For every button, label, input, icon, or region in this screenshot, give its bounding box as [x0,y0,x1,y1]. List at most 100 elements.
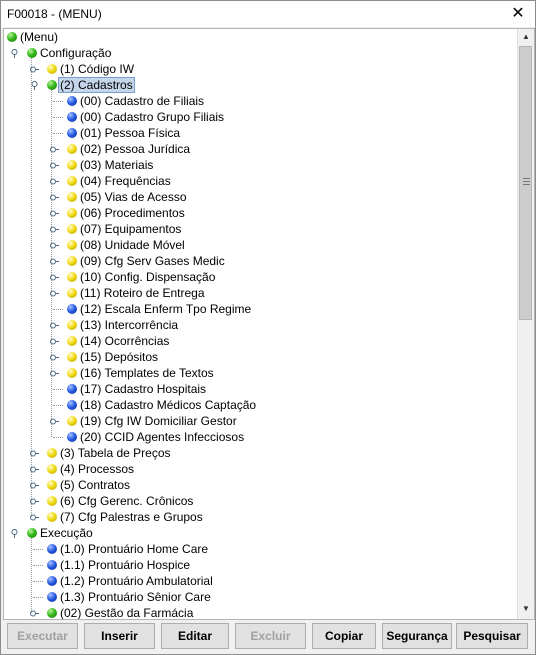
tree-row[interactable]: (1.3) Prontuário Sênior Care [4,589,518,605]
vertical-scrollbar[interactable]: ▲ ▼ [517,29,534,619]
editar-button[interactable]: Editar [161,623,229,649]
tree-row[interactable]: (01) Pessoa Física [4,125,518,141]
tree-row[interactable]: (12) Escala Enferm Tpo Regime [4,301,518,317]
blue-node-icon [67,304,77,314]
expanded-handle-icon[interactable] [10,49,19,58]
tree-row[interactable]: (06) Procedimentos [4,205,518,221]
tree-item-label: (06) Procedimentos [80,206,185,220]
blue-node-icon [67,432,77,442]
tree-guide-line [31,58,32,517]
yellow-node-icon [67,336,77,346]
yellow-node-icon [67,208,77,218]
tree-row[interactable]: (07) Equipamentos [4,221,518,237]
tree-item-label: (1.2) Prontuário Ambulatorial [60,574,213,588]
tree-row[interactable]: (Menu) [4,29,518,45]
tree-row[interactable]: (02) Pessoa Jurídica [4,141,518,157]
tree-row[interactable]: (20) CCID Agentes Infecciosos [4,429,518,445]
tree-item-label: (7) Cfg Palestras e Grupos [60,510,203,524]
tree-row[interactable]: (17) Cadastro Hospitais [4,381,518,397]
close-icon[interactable]: ✕ [501,1,535,27]
tree-row[interactable]: Configuração [4,45,518,61]
tree-item-label: (5) Contratos [60,478,131,492]
inserir-button[interactable]: Inserir [84,623,155,649]
seguran-a-button[interactable]: Segurança [382,623,452,649]
scroll-up-icon[interactable]: ▲ [518,29,534,45]
tree-item-label: (6) Cfg Gerenc. Crônicos [60,494,194,508]
tree-row[interactable]: (05) Vias de Acesso [4,189,518,205]
grip-line-icon [523,178,530,179]
connector-line [53,117,63,118]
tree-guide-line [51,90,52,437]
tree-item-label: (14) Ocorrências [80,334,170,348]
blue-node-icon [67,128,77,138]
tree-item-label: (03) Materiais [80,158,154,172]
scroll-down-icon[interactable]: ▼ [518,601,534,617]
tree-row[interactable]: (16) Templates de Textos [4,365,518,381]
yellow-node-icon [67,176,77,186]
tree-item-label: (20) CCID Agentes Infecciosos [80,430,245,444]
tree-row[interactable]: (13) Intercorrência [4,317,518,333]
tree-item-label: (3) Tabela de Preços [60,446,171,460]
tree-row[interactable]: (7) Cfg Palestras e Grupos [4,509,518,525]
tree-row[interactable]: Execução [4,525,518,541]
tree-item-label: (05) Vias de Acesso [80,190,187,204]
tree-item-label: (18) Cadastro Médicos Captação [80,398,257,412]
tree-row[interactable]: (6) Cfg Gerenc. Crônicos [4,493,518,509]
pesquisar-button[interactable]: Pesquisar [456,623,528,649]
tree-item-label: (1.0) Prontuário Home Care [60,542,209,556]
green-node-icon [7,32,17,42]
tree-row[interactable]: (19) Cfg IW Domiciliar Gestor [4,413,518,429]
tree-row[interactable]: (00) Cadastro de Filiais [4,93,518,109]
tree-row[interactable]: (04) Frequências [4,173,518,189]
tree-row[interactable]: (1) Código IW [4,61,518,77]
tree-row[interactable]: (00) Cadastro Grupo Filiais [4,109,518,125]
connector-line [33,581,43,582]
expanded-handle-icon[interactable] [10,529,19,538]
tree-row[interactable]: (3) Tabela de Preços [4,445,518,461]
tree-row[interactable]: (2) Cadastros [4,77,518,93]
tree-item-label: (02) Pessoa Jurídica [80,142,191,156]
tree-row[interactable]: (1.0) Prontuário Home Care [4,541,518,557]
tree-item-label: (12) Escala Enferm Tpo Regime [80,302,252,316]
tree-row[interactable]: (08) Unidade Móvel [4,237,518,253]
tree-row[interactable]: (4) Processos [4,461,518,477]
yellow-node-icon [67,320,77,330]
copiar-button[interactable]: Copiar [312,623,376,649]
connector-line [33,597,43,598]
yellow-node-icon [67,240,77,250]
tree-row[interactable]: (11) Roteiro de Entrega [4,285,518,301]
title-bar: F00018 - (MENU) ✕ [1,1,535,27]
yellow-node-icon [67,416,77,426]
excluir-button[interactable]: Excluir [235,623,306,649]
tree-item-label: Execução [40,526,93,540]
tree-item-label: (4) Processos [60,462,135,476]
tree-item-label: (16) Templates de Textos [80,366,214,380]
tree-item-label: (13) Intercorrência [80,318,179,332]
tree-row[interactable]: (1.2) Prontuário Ambulatorial [4,573,518,589]
yellow-node-icon [67,144,77,154]
tree-row[interactable]: (09) Cfg Serv Gases Medic [4,253,518,269]
tree-row[interactable]: (15) Depósitos [4,349,518,365]
tree-row[interactable]: (5) Contratos [4,477,518,493]
yellow-node-icon [67,368,77,378]
tree-guide-line [31,538,32,613]
tree-item-label: (11) Roteiro de Entrega [80,286,205,300]
executar-button[interactable]: Executar [7,623,78,649]
tree-item-label: (1.3) Prontuário Sênior Care [60,590,211,604]
tree-item-label: (00) Cadastro Grupo Filiais [80,110,225,124]
tree-row[interactable]: (1.1) Prontuário Hospice [4,557,518,573]
green-node-icon [27,48,37,58]
yellow-node-icon [67,160,77,170]
tree-row[interactable]: (02) Gestão da Farmácia [4,605,518,619]
blue-node-icon [67,96,77,106]
grip-line-icon [523,181,530,182]
yellow-node-icon [67,288,77,298]
tree-item-label: (04) Frequências [80,174,171,188]
yellow-node-icon [67,256,77,266]
yellow-node-icon [67,224,77,234]
tree-row[interactable]: (14) Ocorrências [4,333,518,349]
scrollbar-thumb[interactable] [519,46,532,320]
tree-row[interactable]: (10) Config. Dispensação [4,269,518,285]
tree-row[interactable]: (18) Cadastro Médicos Captação [4,397,518,413]
tree-row[interactable]: (03) Materiais [4,157,518,173]
